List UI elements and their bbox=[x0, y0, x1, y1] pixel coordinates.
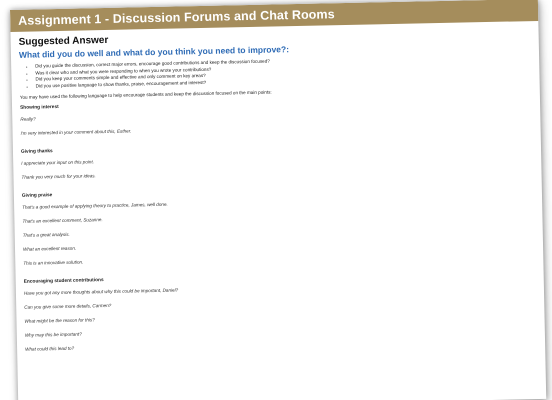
example-phrase: Can you give some more details, Carmen? bbox=[24, 303, 112, 311]
section-showing-interest: Showing interest Really? I'm very intere… bbox=[20, 95, 533, 136]
example-phrase: I'm very interested in your comment abou… bbox=[20, 128, 132, 137]
example-phrase: What might be the reason for this? bbox=[24, 317, 95, 325]
section-encouraging-contributions: Encouraging student contributions Have y… bbox=[24, 269, 537, 352]
example-phrase: That's an excellent comment, Suzanne. bbox=[22, 217, 103, 225]
checklist-bullets: Did you guide the discussion, correct ma… bbox=[19, 53, 531, 90]
screenshot-stage: Assignment 1 - Discussion Forums and Cha… bbox=[0, 0, 552, 400]
document-page: Assignment 1 - Discussion Forums and Cha… bbox=[10, 0, 547, 400]
example-phrase: Why may this be important? bbox=[24, 331, 82, 339]
example-phrase: What an excellent reason. bbox=[22, 246, 77, 253]
example-phrase: This is an innovative solution. bbox=[23, 259, 84, 267]
example-phrase: That's a great analysis. bbox=[22, 232, 70, 239]
section-giving-thanks: Giving thanks I appreciate your input on… bbox=[21, 139, 534, 181]
example-phrase: Thank you very much for your ideas. bbox=[21, 173, 96, 181]
document-content: Suggested Answer What did you do well an… bbox=[10, 21, 545, 352]
section-giving-praise: Giving praise That's a good example of a… bbox=[22, 183, 535, 267]
example-phrase: What could this lead to? bbox=[25, 346, 75, 353]
